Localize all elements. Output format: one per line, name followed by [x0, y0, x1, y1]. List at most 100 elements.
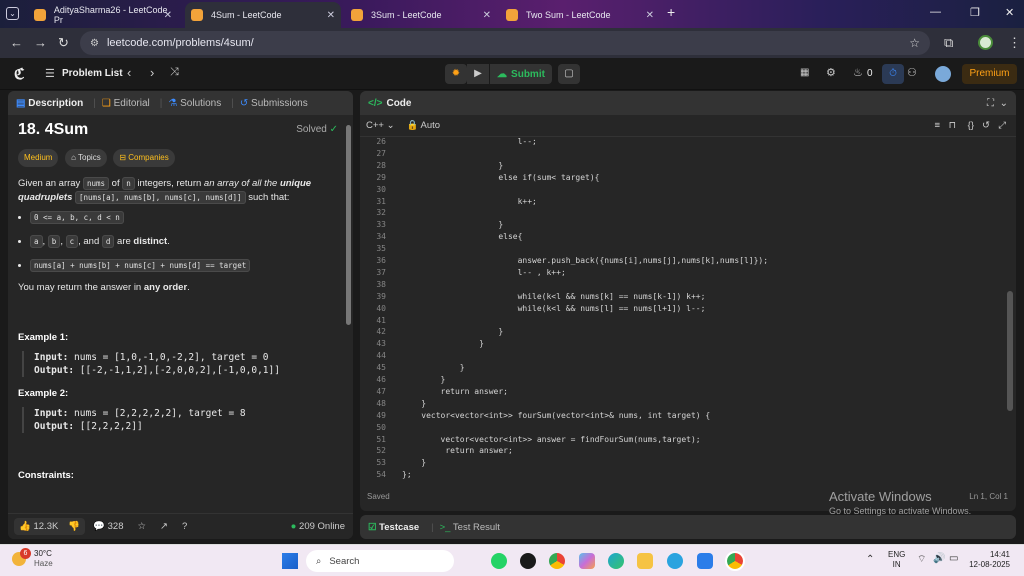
tray-chevron-icon[interactable]: ⌃	[866, 554, 874, 565]
volume-icon[interactable]: 🔊	[933, 553, 945, 564]
clock[interactable]: 14:41 12-08-2025	[965, 550, 1010, 570]
browser-tab-3sum[interactable]: 3Sum - LeetCode ✕	[345, 2, 497, 28]
shuffle-icon[interactable]: ⤨	[170, 66, 179, 79]
auto-mode[interactable]: 🔒 Auto	[407, 120, 441, 131]
problem-list-link[interactable]: Problem List	[62, 68, 123, 79]
taskbar-search[interactable]: ⌕ Search	[306, 550, 454, 572]
code-line[interactable]: 49 vector<vector<int>> fourSum(vector<in…	[360, 411, 1010, 423]
spotify-icon[interactable]	[520, 553, 536, 569]
description-scrollbar[interactable]	[346, 125, 351, 325]
code-line[interactable]: 29 else if(sum< target){	[360, 173, 1010, 185]
code-line[interactable]: 37 l-- , k++;	[360, 268, 1010, 280]
browser-tab-4sum[interactable]: 4Sum - LeetCode ✕	[185, 2, 341, 28]
code-line[interactable]: 46 }	[360, 375, 1010, 387]
new-tab-button[interactable]: +	[667, 4, 675, 20]
back-icon[interactable]: ←	[10, 35, 23, 50]
network-icon[interactable]: ⌔	[917, 553, 926, 566]
code-line[interactable]: 30	[360, 185, 1010, 197]
close-tab-icon[interactable]: ✕	[483, 10, 491, 21]
close-tab-icon[interactable]: ✕	[327, 10, 335, 21]
language-select[interactable]: C++ ⌄	[366, 120, 395, 131]
reset-icon[interactable]: ↺	[982, 120, 990, 131]
code-line[interactable]: 32	[360, 208, 1010, 220]
code-line[interactable]: 50	[360, 423, 1010, 435]
submit-button[interactable]: ☁ Submit	[490, 64, 552, 84]
url-input[interactable]: ⚙ leetcode.com/problems/4sum/ ☆	[80, 31, 930, 55]
store-icon[interactable]	[697, 553, 713, 569]
run-button[interactable]: ▶	[467, 64, 489, 84]
settings-gear-icon[interactable]: ⚙	[826, 66, 836, 79]
code-line[interactable]: 52 return answer;	[360, 446, 1010, 458]
favorite-star-icon[interactable]: ☆	[138, 521, 147, 532]
expand-icon[interactable]: ⤢	[998, 120, 1006, 131]
tab-solutions[interactable]: ⚗ Solutions	[168, 98, 221, 109]
streak-fire-icon[interactable]: ♨	[853, 66, 863, 79]
code-line[interactable]: 27	[360, 149, 1010, 161]
chrome-icon[interactable]	[549, 553, 565, 569]
telegram-icon[interactable]	[667, 553, 683, 569]
file-explorer-icon[interactable]	[637, 553, 653, 569]
code-line[interactable]: 34 else{	[360, 232, 1010, 244]
code-line[interactable]: 40 while(k<l && nums[l] == nums[l+1]) l-…	[360, 304, 1010, 316]
share-icon[interactable]: ↗	[160, 521, 168, 532]
tab-submissions[interactable]: ↺ Submissions	[240, 98, 308, 109]
code-line[interactable]: 36 answer.push_back({nums[i],nums[j],num…	[360, 256, 1010, 268]
bookmark-icon[interactable]: ⊓	[949, 120, 956, 131]
tab-test-result[interactable]: >_ Test Result	[440, 522, 500, 533]
close-tab-icon[interactable]: ✕	[164, 10, 172, 21]
difficulty-badge[interactable]: Medium	[18, 149, 59, 167]
maximize-panel-icon[interactable]: ⛶	[987, 98, 994, 109]
layout-icon[interactable]: ▦	[800, 67, 809, 78]
format-icon[interactable]: ≡	[934, 120, 940, 131]
tab-description[interactable]: ▤ Description	[16, 98, 83, 109]
next-problem-icon[interactable]: ›	[150, 65, 154, 80]
code-line[interactable]: 39 while(k<l && nums[k] == nums[k-1]) k+…	[360, 292, 1010, 304]
premium-button[interactable]: Premium	[962, 64, 1017, 84]
language-indicator[interactable]: ENG IN	[888, 550, 905, 570]
site-info-icon[interactable]: ⚙	[90, 38, 99, 49]
minimize-icon[interactable]: —	[930, 6, 941, 18]
maximize-icon[interactable]: ❐	[970, 6, 980, 19]
browser-tab-twosum[interactable]: Two Sum - LeetCode ✕	[500, 2, 660, 28]
code-line[interactable]: 43 }	[360, 339, 1010, 351]
reload-icon[interactable]: ↻	[58, 35, 69, 51]
tab-editorial[interactable]: ❑ Editorial	[102, 98, 150, 109]
timer-icon[interactable]: ⏱	[882, 64, 904, 84]
braces-icon[interactable]: {}	[968, 120, 974, 131]
add-user-icon[interactable]: ⚇	[907, 66, 917, 79]
code-line[interactable]: 41	[360, 316, 1010, 328]
whatsapp-icon[interactable]	[491, 553, 507, 569]
start-windows-icon[interactable]	[282, 553, 298, 569]
browser-tab-profile[interactable]: AdityaSharma26 - LeetCode Pr ✕	[28, 2, 178, 28]
close-window-icon[interactable]: ✕	[1005, 6, 1014, 19]
user-avatar[interactable]	[935, 66, 951, 82]
code-editor[interactable]: 26 l--; 27 28 } 29 else if(sum< target){30 3…	[360, 137, 1016, 485]
code-line[interactable]: 26 l--;	[360, 137, 1010, 149]
like-button[interactable]: 👍 12.3K	[14, 518, 64, 535]
code-line[interactable]: 35	[360, 244, 1010, 256]
extensions-icon[interactable]: ⧉	[944, 35, 953, 51]
copilot-icon[interactable]	[579, 553, 595, 569]
tab-testcase[interactable]: ☑ Testcase	[368, 522, 419, 533]
help-icon[interactable]: ?	[182, 521, 187, 532]
comments-button[interactable]: 💬 328	[93, 521, 123, 532]
debug-button[interactable]: ✹	[445, 64, 467, 84]
code-line[interactable]: 47 return answer;	[360, 387, 1010, 399]
chrome-profile-icon[interactable]	[725, 551, 745, 571]
code-line[interactable]: 33 }	[360, 220, 1010, 232]
code-line[interactable]: 38	[360, 280, 1010, 292]
code-line[interactable]: 45 }	[360, 363, 1010, 375]
browser-menu-icon[interactable]: ⋮	[1008, 35, 1021, 51]
topics-tag[interactable]: ⌂ Topics	[65, 149, 107, 167]
code-line[interactable]: 48 }	[360, 399, 1010, 411]
tab-search-icon[interactable]: ⌄	[6, 7, 19, 20]
edge-icon[interactable]	[608, 553, 624, 569]
profile-avatar[interactable]	[978, 35, 993, 50]
prev-problem-icon[interactable]: ‹	[127, 65, 131, 80]
code-line[interactable]: 53 }	[360, 458, 1010, 470]
code-line[interactable]: 28 }	[360, 161, 1010, 173]
close-tab-icon[interactable]: ✕	[646, 10, 654, 21]
forward-icon[interactable]: →	[34, 35, 47, 50]
notes-button[interactable]: ▢	[558, 64, 580, 84]
code-line[interactable]: 51 vector<vector<int>> answer = findFour…	[360, 435, 1010, 447]
